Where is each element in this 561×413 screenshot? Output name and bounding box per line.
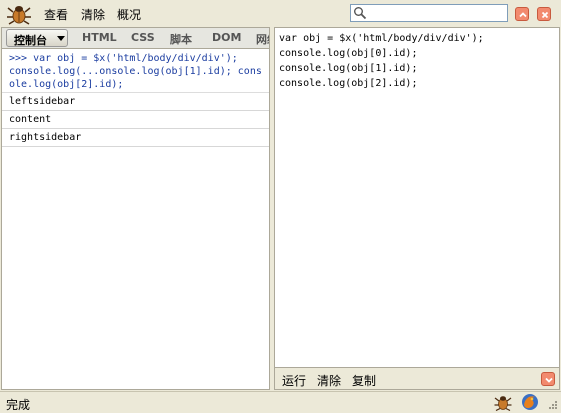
panel-tabbar: 控制台 HTML CSS 脚本 DOM 网络 <box>2 28 269 49</box>
search-icon <box>354 7 367 20</box>
copy-button[interactable]: 复制 <box>352 372 376 389</box>
tab-css[interactable]: CSS <box>131 31 155 44</box>
close-icon <box>541 11 549 19</box>
log-row: leftsidebar <box>2 93 269 111</box>
clear-button[interactable]: 清除 <box>317 372 341 389</box>
chevron-up-icon <box>519 12 527 18</box>
command-editor[interactable]: var obj = $x('html/body/div/div'); consol… <box>275 28 559 366</box>
console-command-text: >>> var obj = $x('html/body/div/div'); <box>9 53 238 64</box>
run-button[interactable]: 运行 <box>282 372 306 389</box>
console-log: >>> var obj = $x('html/body/div/div'); c… <box>2 50 269 147</box>
minimize-button[interactable] <box>515 7 529 21</box>
command-editor-panel: var obj = $x('html/body/div/div'); consol… <box>274 27 560 390</box>
editor-line: var obj = $x('html/body/div/div'); <box>279 33 484 44</box>
console-panel: 控制台 HTML CSS 脚本 DOM 网络 >>> var obj = $x(… <box>1 27 270 390</box>
search-box[interactable] <box>350 4 508 22</box>
firebug-icon[interactable] <box>6 3 32 25</box>
tab-net[interactable]: 网络 <box>256 31 269 47</box>
editor-footer: 运行 清除 复制 <box>275 367 559 389</box>
search-input[interactable] <box>369 6 505 20</box>
log-row: content <box>2 111 269 129</box>
top-toolbar: 查看 清除 概况 <box>0 0 561 27</box>
close-button[interactable] <box>537 7 551 21</box>
tab-dom[interactable]: DOM <box>212 31 241 44</box>
collapse-editor-button[interactable] <box>541 372 555 386</box>
chevron-down-icon <box>545 377 553 383</box>
editor-line: console.log(obj[2].id); <box>279 78 418 89</box>
tab-console[interactable]: 控制台 <box>6 29 68 47</box>
editor-line: console.log(obj[1].id); <box>279 63 418 74</box>
status-text: 完成 <box>6 398 31 412</box>
firebug-icon[interactable] <box>494 394 512 411</box>
firefox-icon[interactable] <box>521 393 539 411</box>
menu-view[interactable]: 查看 <box>44 6 68 23</box>
tab-console-label: 控制台 <box>14 34 47 47</box>
console-command: >>> var obj = $x('html/body/div/div'); c… <box>2 50 269 93</box>
log-row: rightsidebar <box>2 129 269 147</box>
tab-script[interactable]: 脚本 <box>170 31 192 47</box>
menu-profile[interactable]: 概况 <box>117 6 141 23</box>
dropdown-arrow-icon <box>57 36 65 41</box>
resize-grip-icon[interactable] <box>546 400 558 412</box>
status-bar: 完成 <box>0 391 561 413</box>
console-command-calls: console.log(...onsole.log(obj[1].id); co… <box>9 66 262 90</box>
tab-html[interactable]: HTML <box>82 31 117 44</box>
menu-clear[interactable]: 清除 <box>81 6 105 23</box>
editor-line: console.log(obj[0].id); <box>279 48 418 59</box>
